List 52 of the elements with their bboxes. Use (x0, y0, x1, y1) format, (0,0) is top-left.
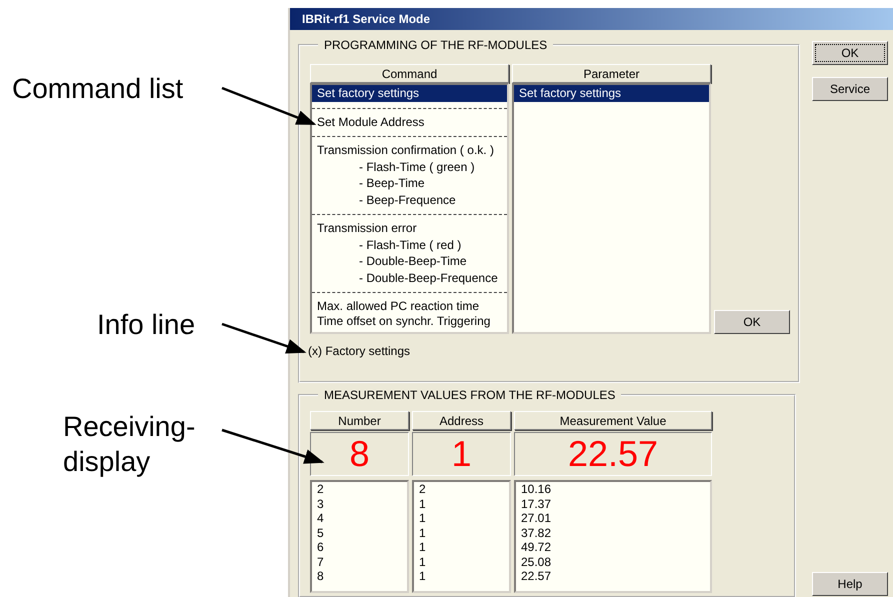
column-header: Address (412, 411, 511, 430)
list-cell-text: 1 (419, 569, 427, 584)
list-item[interactable]: - Double-Beep-Frequence (354, 270, 507, 286)
current-value: 8 (310, 432, 409, 476)
service-button[interactable]: Service (812, 77, 888, 101)
list-item[interactable]: Set factory settings (514, 85, 709, 102)
list-item[interactable]: Set Module Address (312, 114, 507, 130)
list-cell-text: 1 (419, 540, 427, 554)
list-item[interactable]: - Flash-Time ( green ) (354, 158, 507, 175)
list-cell-text: 2 (317, 482, 325, 496)
list-cell-text: 5 (317, 526, 325, 540)
list-cell-text: 1 (419, 511, 427, 526)
list-item[interactable]: - Flash-Time ( red ) (354, 236, 507, 253)
list-cell-text: 27.01 (521, 511, 552, 526)
column-header: Command (310, 64, 509, 83)
list-cell-text: 25.08 (521, 554, 552, 569)
current-value: 1 (412, 432, 511, 476)
list-cell-text: 17.37 (521, 496, 552, 511)
annotation-label: Command list (12, 72, 184, 106)
list-item[interactable]: Set factory settings (312, 85, 507, 102)
list-cell-text: 6 (317, 540, 325, 554)
list-cell-text: 1 (419, 526, 427, 540)
list-cell-text: 49.72 (521, 540, 552, 554)
list-cell-text: 37.82 (521, 526, 552, 540)
list-item[interactable]: Transmission confirmation ( o.k. ) (312, 142, 507, 158)
ok-button[interactable]: OK (714, 310, 790, 334)
help-button[interactable]: Help (812, 572, 888, 596)
group-title: PROGRAMMING OF THE RF-MODULES (323, 38, 548, 52)
list-cell-text: 1 (419, 496, 427, 511)
list-cell-text: 10.16 (521, 482, 552, 496)
column-header: Number (310, 411, 409, 430)
annotation-label: Receiving- display (63, 410, 196, 479)
list-item[interactable]: - Double-Beep-Time (354, 253, 507, 270)
list-item[interactable]: - Beep-Time (354, 175, 507, 192)
list-item[interactable]: Transmission error (312, 220, 507, 236)
list-item[interactable]: Max. allowed PC reaction time Time offset on synchr. Triggering (312, 298, 507, 329)
window-title: IBRit-rf1 Service Mode (290, 8, 893, 30)
list-cell-text: 2 (419, 482, 427, 496)
list-cell-text: 8 (317, 569, 325, 584)
ok-button[interactable]: OK (812, 41, 888, 65)
group-title: MEASUREMENT VALUES FROM THE RF-MODULES (323, 388, 616, 402)
list-cell-text: 7 (317, 554, 325, 569)
list-cell-text: 1 (419, 554, 427, 569)
list-cell-text: 22.57 (521, 569, 552, 584)
list-cell-text: 4 (317, 511, 325, 526)
column-header: Parameter (512, 64, 711, 83)
current-value: 22.57 (514, 432, 712, 476)
list-cell-text: 3 (317, 496, 325, 511)
info-line: (x) Factory settings (308, 344, 412, 358)
annotation-label: Info line (97, 308, 196, 342)
list-item[interactable]: - Beep-Frequence (354, 192, 507, 208)
column-header: Measurement Value (514, 411, 712, 430)
